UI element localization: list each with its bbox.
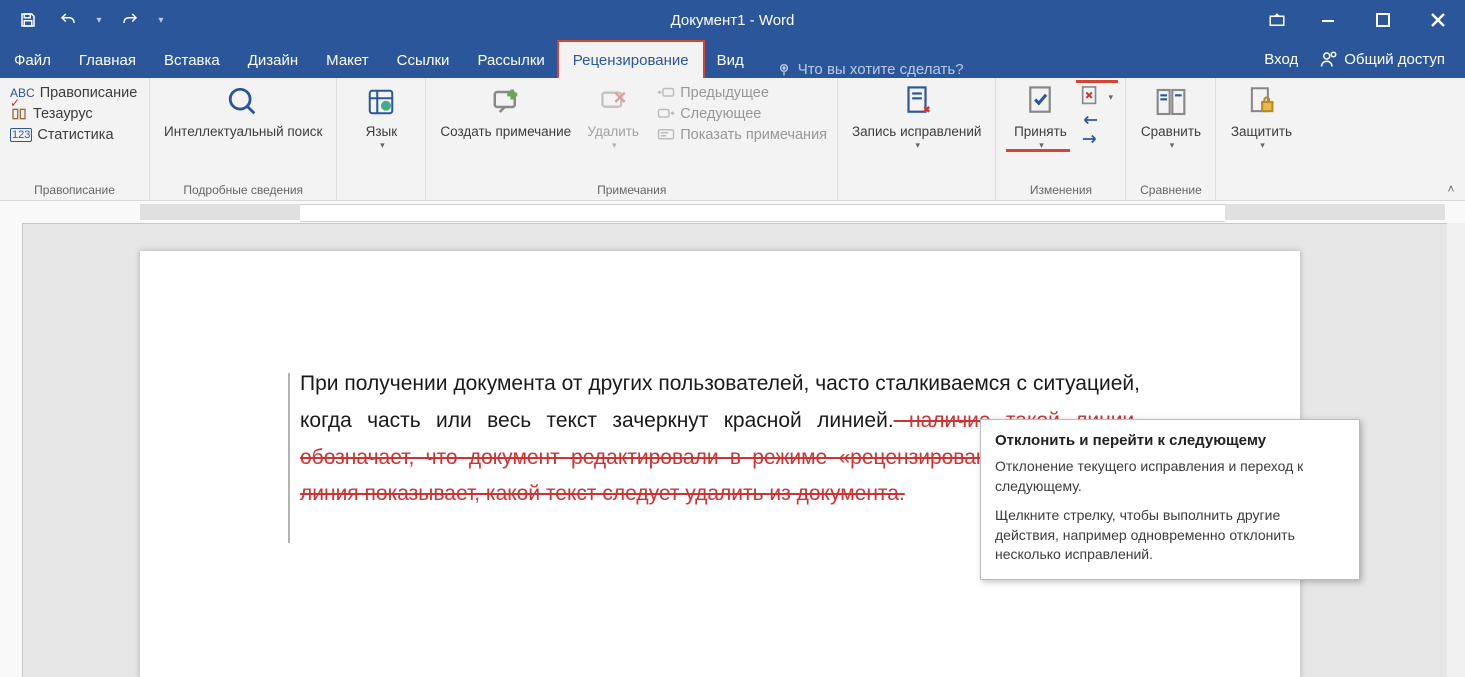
- ribbon: ABC✓ Правописание Тезаурус 123 Статистик…: [0, 78, 1465, 201]
- group-proofing: ABC✓ Правописание Тезаурус 123 Статистик…: [0, 78, 150, 200]
- window-controls: [1254, 0, 1465, 40]
- tab-review[interactable]: Рецензирование: [559, 42, 703, 78]
- next-comment-button[interactable]: Следующее: [655, 105, 829, 123]
- group-tracking: Запись исправлений▾: [838, 78, 996, 200]
- reject-tooltip: Отклонить и перейти к следующему Отклоне…: [980, 419, 1360, 580]
- annotation-underline: [1006, 149, 1070, 152]
- close-button[interactable]: [1410, 0, 1465, 40]
- tab-design[interactable]: Дизайн: [234, 42, 312, 78]
- tell-me-search[interactable]: Что вы хотите сделать?: [776, 61, 964, 78]
- group-insights: Интеллектуальный поиск Подробные сведени…: [150, 78, 337, 200]
- group-compare: Сравнить▾ Сравнение: [1126, 78, 1216, 200]
- lock-icon: [1243, 84, 1279, 120]
- prev-comment-icon: [657, 86, 675, 100]
- show-comments-button[interactable]: Показать примечания: [655, 126, 829, 144]
- document-area: L При получении документа от других поль…: [0, 201, 1465, 677]
- sign-in-link[interactable]: Вход: [1250, 51, 1312, 68]
- tab-layout[interactable]: Макет: [312, 42, 382, 78]
- tab-mailings[interactable]: Рассылки: [463, 42, 558, 78]
- group-comments: Создать примечание Удалить▾ Предыдущее: [426, 78, 838, 200]
- tab-home[interactable]: Главная: [65, 42, 150, 78]
- next-change-icon: [1079, 131, 1101, 147]
- word-window: ▾ ▾ Документ1 - Word Файл Главная Вставк…: [0, 0, 1465, 677]
- track-changes-icon: [899, 84, 935, 120]
- group-language: Язык▾: [337, 78, 426, 200]
- new-comment-button[interactable]: Создать примечание: [434, 82, 577, 140]
- reject-icon: [1079, 85, 1101, 109]
- previous-change-button[interactable]: [1078, 111, 1114, 129]
- next-change-button[interactable]: [1078, 130, 1114, 148]
- compare-icon: [1153, 84, 1189, 120]
- accept-icon: [1022, 84, 1058, 120]
- minimize-button[interactable]: [1300, 0, 1355, 40]
- group-label-proofing: Правописание: [8, 181, 141, 200]
- undo-dropdown[interactable]: ▾: [90, 15, 108, 26]
- next-comment-icon: [657, 107, 675, 121]
- new-comment-icon: [488, 84, 524, 120]
- globe-icon: [363, 84, 399, 120]
- vertical-scrollbar[interactable]: [1447, 223, 1465, 677]
- ribbon-tabs: Файл Главная Вставка Дизайн Макет Ссылки…: [0, 40, 1465, 78]
- qat-customize[interactable]: ▾: [152, 15, 170, 26]
- tab-insert[interactable]: Вставка: [150, 42, 234, 78]
- reject-button[interactable]: ▾: [1078, 84, 1114, 110]
- titlebar: ▾ ▾ Документ1 - Word: [0, 0, 1465, 40]
- tab-view[interactable]: Вид: [703, 42, 758, 78]
- quick-access-toolbar: ▾ ▾: [0, 0, 170, 40]
- group-label-compare: Сравнение: [1134, 181, 1207, 200]
- save-button[interactable]: [10, 2, 46, 38]
- redo-button[interactable]: [112, 2, 148, 38]
- smart-lookup-button[interactable]: Интеллектуальный поиск: [158, 82, 328, 140]
- track-changes-button[interactable]: Запись исправлений▾: [846, 82, 987, 150]
- delete-comment-button[interactable]: Удалить▾: [577, 82, 649, 150]
- ribbon-display-options[interactable]: [1254, 0, 1300, 40]
- delete-comment-icon: [595, 84, 631, 120]
- group-protect: Защитить▾: [1216, 78, 1306, 200]
- protect-button[interactable]: Защитить▾: [1225, 82, 1298, 150]
- show-comments-icon: [657, 128, 675, 142]
- spelling-icon: ABC✓: [10, 86, 35, 100]
- magnifier-icon: [225, 84, 261, 120]
- stats-icon: 123: [10, 128, 32, 142]
- annotation-underline: [1076, 80, 1118, 83]
- window-title: Документ1 - Word: [671, 12, 795, 29]
- tooltip-text-2: Щелкните стрелку, чтобы выполнить другие…: [995, 506, 1345, 565]
- share-button[interactable]: Общий доступ: [1312, 50, 1459, 68]
- thesaurus-button[interactable]: Тезаурус: [8, 105, 139, 123]
- accept-button[interactable]: Принять▾: [1004, 82, 1076, 150]
- previous-comment-button[interactable]: Предыдущее: [655, 84, 829, 102]
- tab-references[interactable]: Ссылки: [383, 42, 464, 78]
- maximize-button[interactable]: [1355, 0, 1410, 40]
- language-button[interactable]: Язык▾: [345, 82, 417, 150]
- group-changes: Принять▾ ▾ Изменени: [996, 78, 1126, 200]
- compare-button[interactable]: Сравнить▾: [1135, 82, 1207, 150]
- tell-me-placeholder: Что вы хотите сделать?: [798, 61, 964, 78]
- group-label-changes: Изменения: [1004, 181, 1117, 200]
- collapse-ribbon[interactable]: ˄: [1443, 182, 1459, 196]
- change-bar[interactable]: [288, 373, 290, 543]
- word-count-button[interactable]: 123 Статистика: [8, 126, 139, 144]
- spelling-button[interactable]: ABC✓ Правописание: [8, 84, 139, 102]
- tab-file[interactable]: Файл: [0, 42, 65, 78]
- prev-change-icon: [1079, 112, 1101, 128]
- group-label-insights: Подробные сведения: [158, 181, 328, 200]
- tooltip-title: Отклонить и перейти к следующему: [995, 430, 1345, 451]
- undo-button[interactable]: [50, 2, 86, 38]
- tooltip-text-1: Отклонение текущего исправления и перехо…: [995, 457, 1345, 496]
- group-label-comments: Примечания: [434, 181, 829, 200]
- vertical-ruler[interactable]: [0, 223, 23, 677]
- horizontal-ruler[interactable]: [0, 201, 1465, 224]
